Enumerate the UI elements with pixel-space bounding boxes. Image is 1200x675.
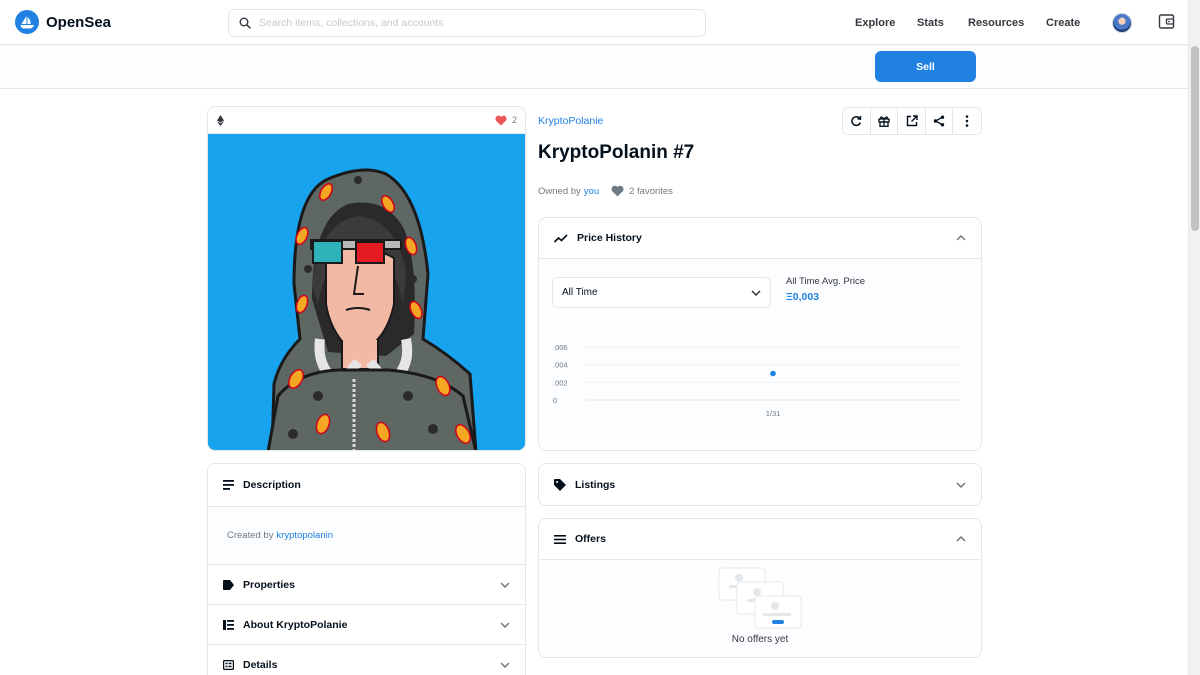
collection-info-icon xyxy=(223,619,234,630)
search-bar[interactable] xyxy=(228,9,706,37)
brand-name: OpenSea xyxy=(46,13,112,31)
offers-header[interactable]: Offers xyxy=(539,519,981,560)
external-link-icon xyxy=(906,115,918,127)
ethereum-icon xyxy=(217,114,224,126)
media-card-header: 2 xyxy=(208,107,525,134)
offers-panel: Offers No offers yet xyxy=(538,518,982,658)
scrollbar-thumb[interactable] xyxy=(1191,46,1199,231)
owner-action-bar: Sell xyxy=(0,46,1188,89)
favorites-summary: 2 favorites xyxy=(611,185,673,197)
owner-link[interactable]: you xyxy=(584,186,599,197)
favorite-count: 2 xyxy=(511,115,517,125)
asset-title: KryptoPolanin #7 xyxy=(538,142,695,163)
y-tick-label: .004 xyxy=(553,361,568,370)
heart-icon xyxy=(495,115,507,125)
profile-avatar[interactable] xyxy=(1112,13,1132,33)
nav-explore[interactable]: Explore xyxy=(855,0,895,45)
description-icon xyxy=(223,480,234,490)
creator-link[interactable]: kryptopolanin xyxy=(276,530,333,541)
chevron-down-icon xyxy=(500,581,510,588)
more-vertical-icon xyxy=(965,115,969,127)
owned-by-label: Owned by xyxy=(538,185,581,197)
nav-resources[interactable]: Resources xyxy=(968,0,1024,45)
time-range-select[interactable]: All Time xyxy=(552,277,771,308)
heart-icon xyxy=(611,185,624,197)
details-icon xyxy=(223,659,234,670)
open-external-button[interactable] xyxy=(898,108,926,134)
chevron-down-icon xyxy=(751,289,761,296)
details-accordion[interactable]: Details xyxy=(208,645,525,675)
chevron-up-icon xyxy=(956,536,966,542)
about-collection-accordion[interactable]: About KryptoPolanie xyxy=(208,605,525,645)
asset-toolbar xyxy=(842,107,982,135)
y-tick-label: .002 xyxy=(553,378,568,387)
favorites-count-text: 2 favorites xyxy=(629,185,673,197)
created-by-label: Created by xyxy=(227,530,274,541)
refresh-icon xyxy=(851,115,862,127)
list-icon xyxy=(554,534,566,544)
offers-body: No offers yet xyxy=(539,560,981,657)
wallet-icon[interactable] xyxy=(1158,13,1175,30)
top-navbar: OpenSea Explore Stats Resources Create xyxy=(0,0,1188,45)
opensea-logo-icon xyxy=(15,10,39,34)
chevron-up-icon xyxy=(956,235,966,241)
description-header[interactable]: Description xyxy=(208,464,525,507)
description-body: Created by kryptopolanin xyxy=(208,507,525,565)
description-title: Description xyxy=(243,479,301,491)
nav-create[interactable]: Create xyxy=(1046,0,1080,45)
description-panel: Description Created by kryptopolanin Pro… xyxy=(207,463,526,675)
nft-artwork-image[interactable] xyxy=(208,134,525,450)
avg-price-value: Ξ0,003 xyxy=(786,291,820,303)
offers-title: Offers xyxy=(575,533,606,545)
listings-header[interactable]: Listings xyxy=(539,464,981,505)
price-history-header[interactable]: Price History xyxy=(539,218,981,259)
search-input[interactable] xyxy=(259,17,679,29)
price-history-chart: .006 .004 .002 0 1/31 xyxy=(553,343,961,418)
sell-button[interactable]: Sell xyxy=(875,51,976,82)
price-data-point[interactable] xyxy=(770,370,776,377)
listings-title: Listings xyxy=(575,478,616,491)
trend-line-icon xyxy=(554,233,568,243)
y-tick-label: .006 xyxy=(553,343,568,352)
no-offers-text: No offers yet xyxy=(731,634,789,645)
page-scrollbar[interactable] xyxy=(1188,0,1200,675)
properties-label: Properties xyxy=(243,578,295,591)
price-history-title: Price History xyxy=(577,232,642,244)
chevron-down-icon xyxy=(500,621,510,628)
about-collection-label: About KryptoPolanie xyxy=(243,618,348,631)
share-button[interactable] xyxy=(926,108,954,134)
nav-stats[interactable]: Stats xyxy=(917,0,944,45)
details-label: Details xyxy=(243,658,278,671)
listings-panel: Listings xyxy=(538,463,982,506)
properties-accordion[interactable]: Properties xyxy=(208,565,525,605)
ownership-info: Owned by you 2 favorites xyxy=(538,185,673,197)
chevron-down-icon xyxy=(500,661,510,668)
tag-icon xyxy=(554,478,566,491)
x-tick-label: 1/31 xyxy=(766,409,781,418)
search-icon xyxy=(239,17,251,29)
price-history-panel: Price History All Time All Time Avg. Pri… xyxy=(538,217,982,451)
empty-offers-illustration xyxy=(718,567,802,629)
tag-icon xyxy=(223,579,234,590)
share-icon xyxy=(933,115,945,127)
favorite-button[interactable]: 2 xyxy=(495,115,517,126)
more-options-button[interactable] xyxy=(953,108,981,134)
gift-icon xyxy=(878,116,890,127)
asset-media-card: 2 xyxy=(207,106,526,451)
time-range-value: All Time xyxy=(562,287,598,298)
opensea-logo[interactable]: OpenSea xyxy=(15,10,111,34)
transfer-button[interactable] xyxy=(871,108,899,134)
y-tick-label: 0 xyxy=(553,396,557,405)
collection-link[interactable]: KryptoPolanie xyxy=(538,115,603,127)
chevron-down-icon xyxy=(956,481,966,488)
avg-price-label: All Time Avg. Price xyxy=(786,276,866,287)
refresh-metadata-button[interactable] xyxy=(843,108,871,134)
price-history-body: All Time All Time Avg. Price Ξ0,003 .006… xyxy=(539,259,981,450)
